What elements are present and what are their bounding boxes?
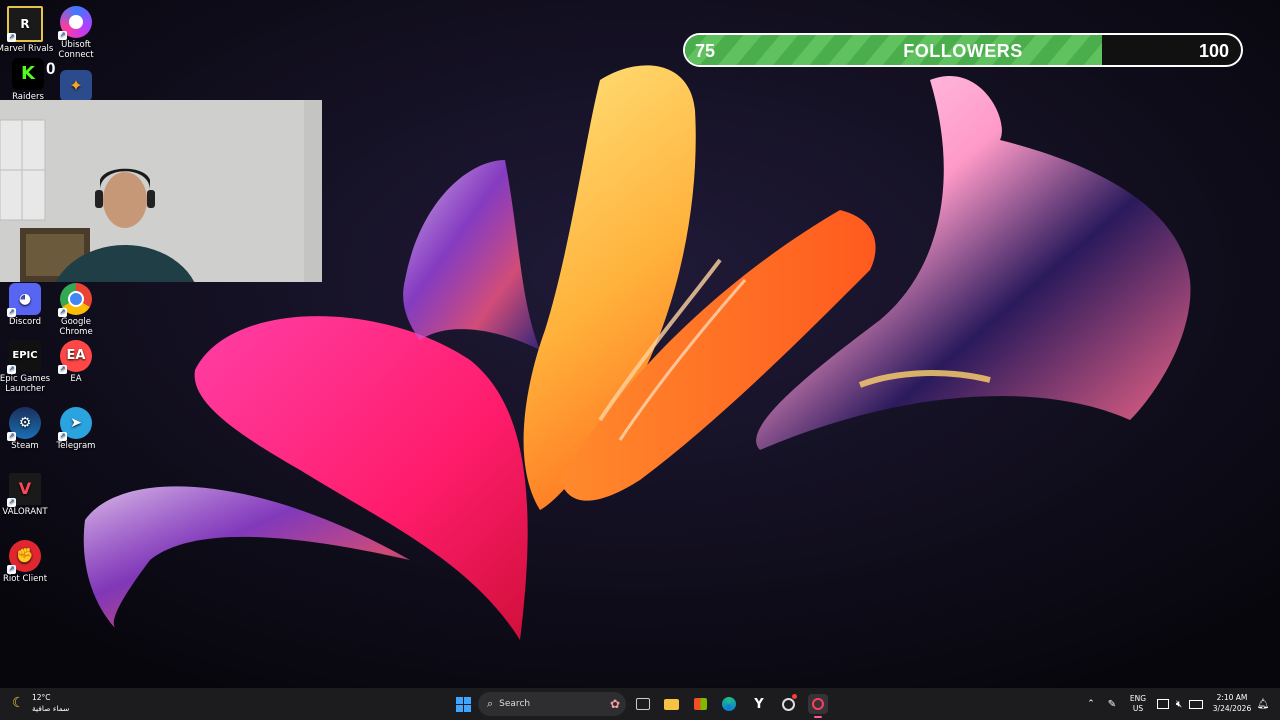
desktop-icon-valorant[interactable]: V ↗ VALORANT [0,473,57,517]
telegram-icon: ➤ ↗ [58,407,92,441]
chrome-icon: ↗ [58,283,92,317]
riot-client-icon: ✊ ↗ [7,540,41,574]
shortcut-arrow-icon: ↗ [7,498,16,507]
webcam-feed [0,100,322,282]
taskbar-microsoft-store[interactable] [691,694,709,714]
notification-button[interactable]: 🔔︎ [1256,694,1270,714]
search-icon: ⌕ [487,697,494,710]
tray-overflow-chevron[interactable]: ⌃ [1085,694,1097,714]
desktop-icon-ubisoft-connect[interactable]: ↗ Ubisoft Connect [44,6,108,60]
tray-volume[interactable]: 🔇︎ [1172,694,1186,714]
epic-games-icon: EPIC ↗ [7,340,41,374]
shortcut-arrow-icon: ↗ [7,308,16,317]
pen-icon: ✎ [1107,698,1117,710]
shortcut-arrow-icon: ↗ [58,432,67,441]
desktop-icon-telegram[interactable]: ➤ ↗ Telegram [44,407,108,451]
shortcut-arrow-icon: ↗ [58,308,67,317]
taskbar-obs[interactable] [779,694,797,714]
tray-network[interactable] [1156,694,1170,714]
desktop-icon-label: Telegram [56,441,96,451]
valorant-icon: V ↗ [7,473,41,507]
desktop-icon-label: Steam [11,441,39,451]
weather-description: سماء صافية [32,704,70,713]
taskbar: ☾ 12°C سماء صافية ⌕ Search ✿ Y ⌃ ✎ ENG U… [0,688,1280,720]
desktop-icon-riot-client[interactable]: ✊ ↗ Riot Client [0,540,57,584]
active-indicator [814,716,822,718]
clock-date: 3/24/2026 [1212,704,1252,713]
desktop-icon-label: EA [70,374,82,384]
y-app-icon: Y [754,696,764,712]
region-label: US [1132,704,1144,713]
shortcut-arrow-icon: ↗ [58,31,67,40]
edge-icon [722,697,736,711]
language-indicator[interactable]: ENG US [1124,693,1152,715]
steam-icon: ⚙ ↗ [7,407,41,441]
search-placeholder: Search [499,699,531,709]
weather-widget[interactable]: ☾ 12°C سماء صافية [10,693,90,715]
search-box[interactable]: ⌕ Search ✿ [478,692,626,716]
tray-pen-icon-button[interactable]: ✎ [1104,694,1120,714]
taskbar-app-y[interactable]: Y [750,694,768,714]
search-highlight-icon: ✿ [609,697,620,711]
kick-sub-label: Raiders [12,92,44,100]
clock[interactable]: 2:10 AM 3/24/2026 [1208,693,1256,715]
counter-strike-icon: ✦ [60,70,92,100]
shortcut-arrow-icon: ↗ [7,565,16,574]
app-ring-icon [812,698,824,710]
folder-icon [663,698,679,710]
notification-bell-icon: 🔔︎ [1256,698,1270,710]
desktop-icon-label: Ubisoft Connect [58,40,94,60]
taskbar-file-explorer[interactable] [662,694,680,714]
task-view-button[interactable] [634,694,652,714]
marvel-rivals-icon: R ↗ [7,6,43,42]
volume-muted-icon: 🔇︎ [1175,698,1183,710]
windows-icon [455,696,471,712]
shortcut-arrow-icon: ↗ [7,33,16,42]
discord-icon: ◕ ↗ [7,283,41,317]
shortcut-arrow-icon: ↗ [58,365,67,374]
ea-icon: EA ↗ [58,340,92,374]
taskbar-valorant-app[interactable] [808,694,828,718]
desktop-icon-google-chrome[interactable]: ↗ Google Chrome [44,283,108,337]
obs-icon [781,697,795,711]
task-view-icon [636,698,650,710]
desktop-icon-label: VALORANT [2,507,48,517]
chevron-up-icon: ⌃ [1087,699,1095,709]
moon-icon: ☾ [12,695,25,711]
desktop-icon-label: Discord [9,317,41,327]
desktop-icon-label: Riot Client [2,574,48,584]
followers-label: FOLLOWERS [903,41,1023,61]
followers-goal-bar: 75 FOLLOWERS 100 [683,33,1243,67]
start-button[interactable] [452,694,474,714]
clock-time: 2:10 AM [1216,693,1248,702]
battery-icon [1189,699,1203,709]
desktop-icon-label: Google Chrome [59,317,93,337]
store-icon [693,698,707,710]
followers-target: 100 [1198,41,1229,61]
kick-icon: K [12,58,44,90]
desktop-icon-ea[interactable]: EA ↗ EA [44,340,108,384]
language-label: ENG [1129,694,1147,703]
webcam-overlay [0,100,322,282]
recording-dot-icon [792,694,797,699]
taskbar-edge[interactable] [720,694,738,714]
desktop-icon-counter-strike[interactable]: ✦ [44,70,108,100]
shortcut-arrow-icon: ↗ [7,365,16,374]
weather-temp: 12°C [32,693,51,702]
network-icon [1157,699,1169,709]
shortcut-arrow-icon: ↗ [7,432,16,441]
tray-battery[interactable] [1188,694,1204,714]
ubisoft-connect-icon: ↗ [58,6,92,40]
desktop-icon-label: Epic Games Launcher [0,374,51,394]
